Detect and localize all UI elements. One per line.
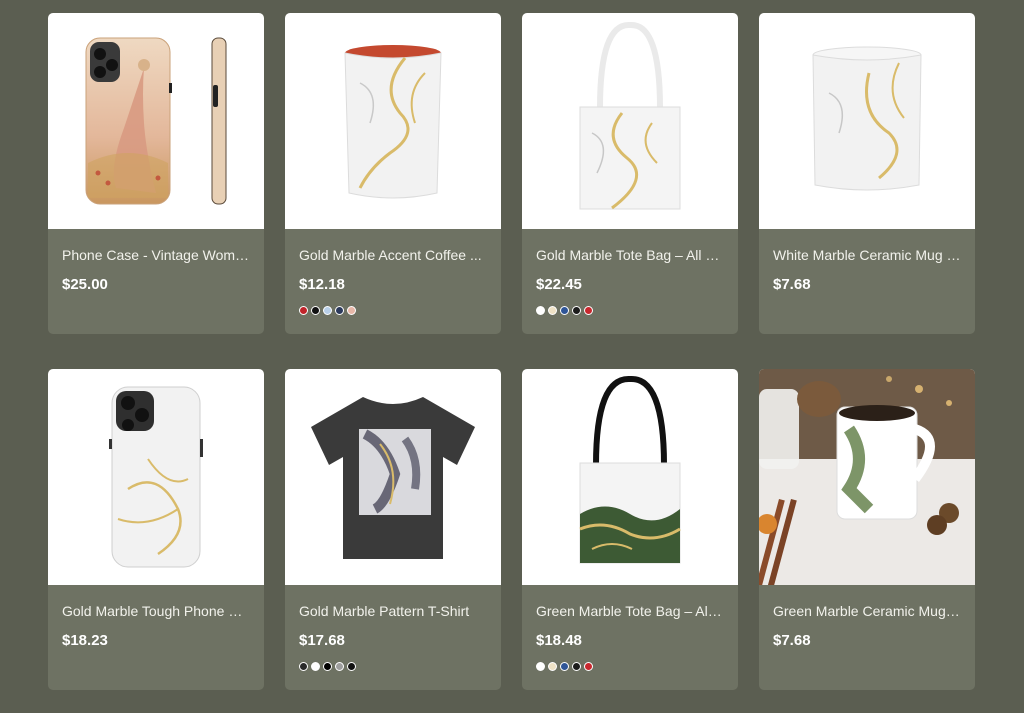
product-price: $7.68 <box>773 632 811 649</box>
product-card-gold-marble-tote-bag[interactable]: Gold Marble Tote Bag – All O... $22.45 <box>522 13 738 334</box>
product-price: $25.00 <box>62 276 108 293</box>
product-card-phone-case-vintage-woman[interactable]: Phone Case - Vintage Woma... $25.00 <box>48 13 264 334</box>
color-swatch[interactable] <box>311 306 320 315</box>
color-swatch[interactable] <box>536 662 545 671</box>
product-title[interactable]: Green Marble Ceramic Mug - ... <box>773 603 961 620</box>
product-price: $17.68 <box>299 632 345 649</box>
product-image[interactable] <box>522 369 738 585</box>
product-title[interactable]: White Marble Ceramic Mug –... <box>773 247 961 264</box>
color-swatch[interactable] <box>347 306 356 315</box>
product-title[interactable]: Green Marble Tote Bag – All ... <box>536 603 724 620</box>
product-title[interactable]: Gold Marble Accent Coffee ... <box>299 247 487 264</box>
color-swatch[interactable] <box>347 662 356 671</box>
product-image[interactable] <box>285 13 501 229</box>
color-swatch[interactable] <box>536 306 545 315</box>
color-swatch[interactable] <box>560 306 569 315</box>
color-swatch[interactable] <box>548 306 557 315</box>
product-card-green-marble-tote-bag[interactable]: Green Marble Tote Bag – All ... $18.48 <box>522 369 738 690</box>
product-card-white-marble-mug[interactable]: White Marble Ceramic Mug –... $7.68 <box>759 13 975 334</box>
color-swatch[interactable] <box>572 306 581 315</box>
product-image[interactable] <box>48 369 264 585</box>
product-card-gold-marble-t-shirt[interactable]: Gold Marble Pattern T-Shirt $17.68 <box>285 369 501 690</box>
color-swatch[interactable] <box>311 662 320 671</box>
color-swatch[interactable] <box>335 662 344 671</box>
color-swatch[interactable] <box>299 662 308 671</box>
color-swatch[interactable] <box>335 306 344 315</box>
product-title[interactable]: Gold Marble Tough Phone Ca... <box>62 603 250 620</box>
color-swatch[interactable] <box>560 662 569 671</box>
color-swatches <box>299 306 487 315</box>
product-image[interactable] <box>285 369 501 585</box>
product-title[interactable]: Phone Case - Vintage Woma... <box>62 247 250 264</box>
product-title[interactable]: Gold Marble Pattern T-Shirt <box>299 603 487 620</box>
product-card-gold-marble-coffee-mug[interactable]: Gold Marble Accent Coffee ... $12.18 <box>285 13 501 334</box>
color-swatches <box>536 662 724 671</box>
product-price: $7.68 <box>773 276 811 293</box>
color-swatch[interactable] <box>299 306 308 315</box>
color-swatches <box>536 306 724 315</box>
color-swatch[interactable] <box>548 662 557 671</box>
product-title[interactable]: Gold Marble Tote Bag – All O... <box>536 247 724 264</box>
color-swatch[interactable] <box>323 662 332 671</box>
color-swatch[interactable] <box>323 306 332 315</box>
product-grid: Phone Case - Vintage Woma... $25.00 Gold… <box>48 13 975 690</box>
color-swatch[interactable] <box>584 662 593 671</box>
product-card-gold-marble-tough-phone-case[interactable]: Gold Marble Tough Phone Ca... $18.23 <box>48 369 264 690</box>
product-price: $18.48 <box>536 632 582 649</box>
color-swatches <box>299 662 487 671</box>
product-price: $22.45 <box>536 276 582 293</box>
color-swatch[interactable] <box>584 306 593 315</box>
color-swatch[interactable] <box>572 662 581 671</box>
product-card-green-marble-mug[interactable]: Green Marble Ceramic Mug - ... $7.68 <box>759 369 975 690</box>
product-price: $18.23 <box>62 632 108 649</box>
product-price: $12.18 <box>299 276 345 293</box>
product-image[interactable] <box>522 13 738 229</box>
product-image[interactable] <box>48 13 264 229</box>
product-image[interactable] <box>759 369 975 585</box>
product-image[interactable] <box>759 13 975 229</box>
